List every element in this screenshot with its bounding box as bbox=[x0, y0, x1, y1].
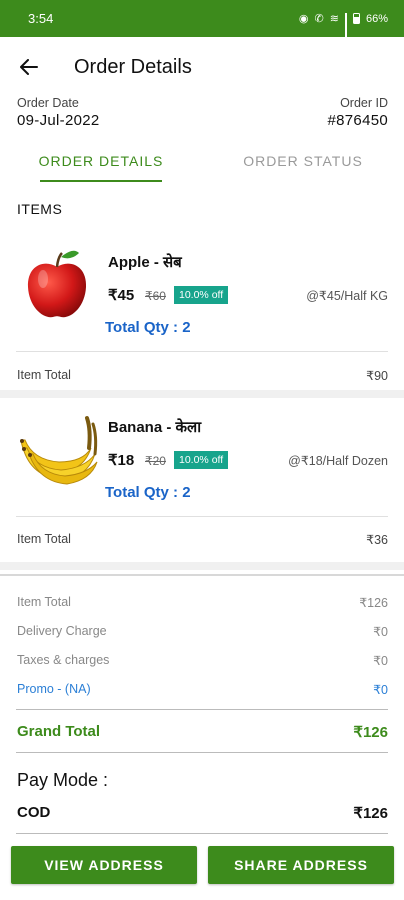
summary-item-total: Item Total ₹126 bbox=[17, 595, 388, 610]
order-id-label: Order ID bbox=[340, 96, 388, 110]
status-icons: ◉ ✆ ≋ 66% bbox=[298, 12, 388, 40]
order-id-block: Order ID #876450 bbox=[328, 96, 389, 129]
tab-order-details-label: ORDER DETAILS bbox=[38, 153, 164, 169]
summary-item-total-label: Item Total bbox=[17, 595, 71, 609]
item-name: Apple - सेब bbox=[108, 254, 182, 271]
item-total-value: ₹36 bbox=[366, 533, 388, 547]
divider bbox=[16, 709, 388, 710]
wifi-icon: ≋ bbox=[329, 13, 339, 25]
delivery-label: Delivery Charge bbox=[17, 624, 107, 638]
tab-order-status[interactable]: ORDER STATUS bbox=[202, 140, 404, 182]
grand-total-value: ₹126 bbox=[353, 724, 388, 741]
item-mrp: ₹20 bbox=[145, 454, 166, 468]
grand-total-row: Grand Total ₹126 bbox=[17, 723, 388, 741]
item-total-label: Item Total bbox=[17, 532, 71, 546]
pay-mode-title: Pay Mode : bbox=[17, 770, 109, 790]
item-price: ₹18 bbox=[108, 452, 135, 469]
pay-mode-amount: ₹126 bbox=[353, 805, 388, 822]
divider bbox=[16, 752, 388, 753]
item-price: ₹45 bbox=[108, 287, 135, 304]
eye-icon: ◉ bbox=[298, 13, 309, 25]
taxes-value: ₹0 bbox=[373, 654, 388, 668]
tab-order-status-label: ORDER STATUS bbox=[243, 153, 363, 169]
app-bar: Order Details bbox=[0, 37, 404, 97]
back-button[interactable] bbox=[9, 47, 49, 87]
items-heading: ITEMS bbox=[17, 201, 63, 217]
share-address-button[interactable]: SHARE ADDRESS bbox=[208, 846, 394, 884]
divider bbox=[16, 516, 388, 517]
summary-delivery: Delivery Charge ₹0 bbox=[17, 624, 388, 639]
view-address-button[interactable]: VIEW ADDRESS bbox=[11, 846, 197, 884]
taxes-label: Taxes & charges bbox=[17, 653, 110, 667]
unit-price: @₹45/Half KG bbox=[306, 289, 388, 303]
tab-bar: ORDER DETAILS ORDER STATUS bbox=[0, 140, 404, 182]
promo-label: Promo - (NA) bbox=[17, 682, 91, 696]
grand-total-label: Grand Total bbox=[17, 723, 101, 740]
tab-order-details[interactable]: ORDER DETAILS bbox=[0, 140, 202, 182]
summary-taxes: Taxes & charges ₹0 bbox=[17, 653, 388, 668]
item-mrp: ₹60 bbox=[145, 289, 166, 303]
divider bbox=[16, 833, 388, 834]
order-date-label: Order Date bbox=[17, 96, 79, 110]
order-meta: Order Date 09-Jul-2022 Order ID #876450 bbox=[17, 96, 388, 129]
signal-icon bbox=[344, 13, 347, 40]
promo-value: ₹0 bbox=[373, 683, 388, 697]
item-total-row: Item Total ₹90 bbox=[17, 368, 388, 383]
item-total-value: ₹90 bbox=[366, 369, 388, 383]
banana-image bbox=[20, 416, 98, 485]
order-id: #876450 bbox=[327, 112, 388, 129]
tab-indicator bbox=[40, 180, 162, 182]
order-date-block: Order Date 09-Jul-2022 bbox=[17, 96, 100, 129]
status-bar: 3:54 ◉ ✆ ≋ 66% bbox=[0, 0, 404, 40]
item-total-label: Item Total bbox=[17, 368, 71, 382]
discount-badge: 10.0% off bbox=[174, 286, 229, 304]
divider bbox=[16, 351, 388, 352]
pay-mode-method: COD bbox=[17, 804, 51, 821]
discount-badge: 10.0% off bbox=[174, 451, 229, 469]
status-time: 3:54 bbox=[28, 11, 54, 26]
order-date: 09-Jul-2022 bbox=[17, 112, 100, 129]
total-qty: Total Qty : 2 bbox=[105, 319, 191, 336]
pay-mode-row: COD ₹126 bbox=[17, 804, 388, 822]
item-name: Banana - केला bbox=[108, 419, 202, 436]
summary-item-total-value: ₹126 bbox=[359, 596, 388, 610]
item-total-row: Item Total ₹36 bbox=[17, 532, 388, 547]
arrow-left-icon bbox=[20, 59, 38, 75]
section-separator bbox=[0, 390, 404, 398]
battery-percent: 66% bbox=[365, 12, 388, 25]
total-qty: Total Qty : 2 bbox=[105, 484, 191, 501]
divider bbox=[0, 574, 404, 576]
battery-icon bbox=[352, 13, 360, 24]
page-title: Order Details bbox=[74, 55, 192, 78]
summary-promo: Promo - (NA) ₹0 bbox=[17, 682, 388, 697]
section-separator bbox=[0, 562, 404, 570]
delivery-value: ₹0 bbox=[373, 625, 388, 639]
unit-price: @₹18/Half Dozen bbox=[288, 454, 388, 468]
apple-image bbox=[27, 250, 87, 318]
call-icon: ✆ bbox=[314, 13, 324, 25]
